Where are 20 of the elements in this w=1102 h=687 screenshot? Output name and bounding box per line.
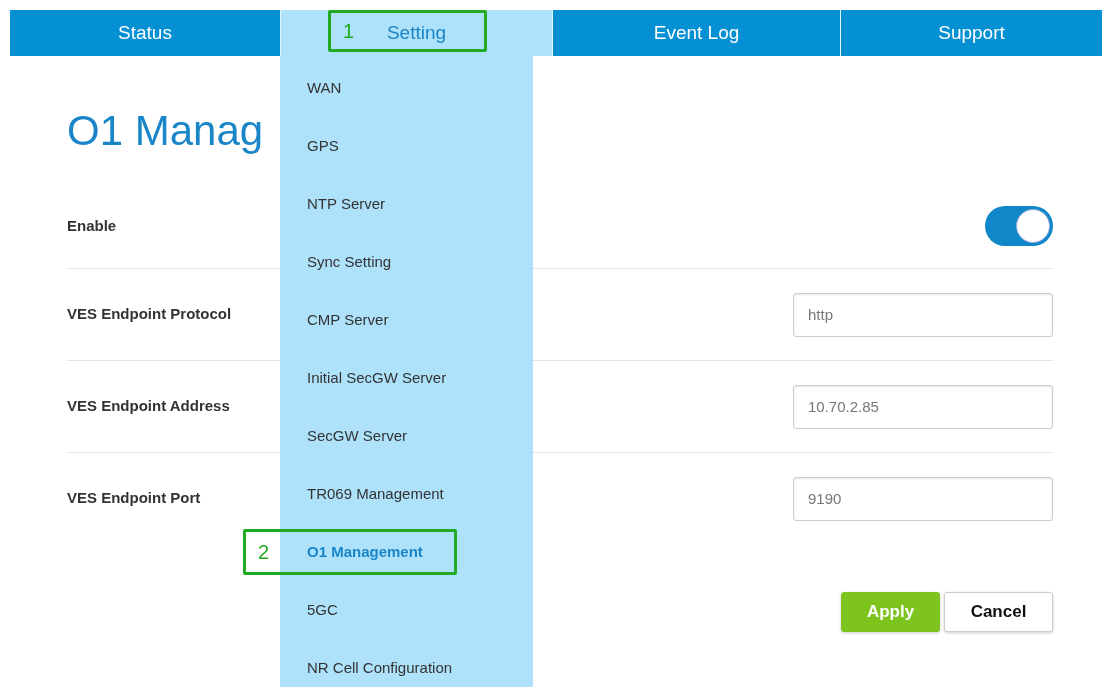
menu-item[interactable]: SecGW Server: [280, 407, 533, 465]
cancel-button[interactable]: Cancel: [944, 592, 1053, 632]
menu-item[interactable]: GPS: [280, 117, 533, 175]
menu-item[interactable]: 5GC: [280, 581, 533, 639]
text-field[interactable]: 10.70.2.85: [793, 384, 1053, 429]
menu-item[interactable]: NR Cell Configuration: [280, 639, 533, 687]
menu-item[interactable]: WAN: [280, 59, 533, 117]
toggle-switch[interactable]: [985, 206, 1053, 246]
menu-item[interactable]: Sync Setting: [280, 233, 533, 291]
page-title: O1 Manag: [67, 108, 264, 154]
menu-item[interactable]: TR069 Management: [280, 465, 533, 523]
text-field[interactable]: 9190: [793, 476, 1053, 521]
menu-item[interactable]: NTP Server: [280, 175, 533, 233]
field-label: VES Endpoint Port: [67, 488, 201, 509]
field-label: VES Endpoint Address: [67, 396, 230, 417]
field-label: VES Endpoint Protocol: [67, 304, 232, 325]
menu-item[interactable]: CMP Server: [280, 291, 533, 349]
field-label: Enable: [67, 215, 117, 236]
menu-item[interactable]: Initial SecGW Server: [280, 349, 533, 407]
text-field[interactable]: http: [793, 292, 1053, 337]
